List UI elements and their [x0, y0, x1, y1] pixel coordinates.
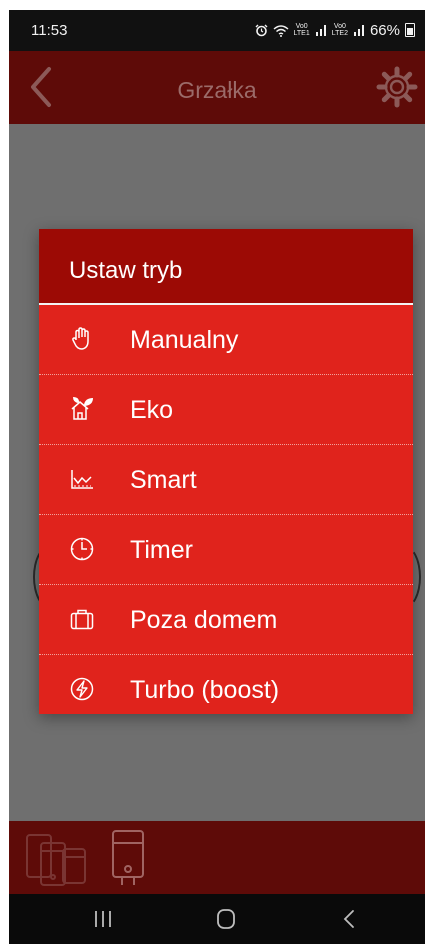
system-nav-bar [9, 894, 425, 944]
dialog-title: Ustaw tryb [69, 257, 183, 284]
option-eko[interactable]: Eko [39, 375, 413, 445]
status-bar: 11:53 Vo0 LTE1 Vo0 LTE2 66% [9, 10, 425, 51]
lightning-icon [70, 677, 94, 701]
back-nav-icon[interactable] [334, 906, 364, 932]
phone-screen: 11:53 Vo0 LTE1 Vo0 LTE2 66% Grzałka Usta… [9, 10, 425, 944]
chart-icon [71, 470, 93, 489]
battery-percent: 66% [369, 21, 400, 39]
option-label: Eko [130, 396, 174, 424]
status-icons: Vo0 LTE1 Vo0 LTE2 66% [255, 20, 415, 40]
signal-icon-1 [315, 25, 326, 36]
alarm-icon [255, 24, 268, 36]
option-poza-domem[interactable]: Poza domem [39, 585, 413, 655]
option-turbo[interactable]: Turbo (boost) [39, 655, 413, 724]
mode-dialog: Ustaw tryb Manualny Eko Smart Timer Poza… [39, 229, 413, 714]
page-title: Grzałka [177, 77, 257, 103]
home-icon[interactable] [211, 906, 241, 932]
eco-house-icon [71, 397, 93, 420]
app-bar: Grzałka [9, 51, 425, 124]
mode-option-list: Manualny Eko Smart Timer Poza domem Turb… [39, 305, 413, 724]
gear-icon[interactable] [375, 65, 419, 109]
option-label: Poza domem [130, 606, 278, 634]
suitcase-icon [70, 609, 94, 630]
dialog-header: Ustaw tryb [39, 229, 413, 305]
sim1-label: Vo0 LTE1 [293, 23, 310, 37]
option-label: Manualny [130, 326, 239, 354]
option-timer[interactable]: Timer [39, 515, 413, 585]
option-label: Timer [130, 536, 193, 564]
recent-apps-icon[interactable] [88, 906, 118, 932]
wifi-icon [273, 24, 288, 37]
status-time: 11:53 [31, 22, 68, 39]
signal-icon-2 [353, 25, 364, 36]
device-bar [9, 821, 425, 894]
clock-icon [70, 537, 94, 561]
option-manualny[interactable]: Manualny [39, 305, 413, 375]
hand-icon [72, 327, 89, 350]
option-smart[interactable]: Smart [39, 445, 413, 515]
sim2-label: Vo0 LTE2 [331, 23, 348, 37]
multi-device-icon[interactable] [23, 827, 89, 889]
battery-icon [405, 23, 415, 37]
option-label: Turbo (boost) [130, 676, 280, 704]
option-label: Smart [130, 466, 197, 494]
water-heater-icon[interactable] [109, 827, 147, 889]
